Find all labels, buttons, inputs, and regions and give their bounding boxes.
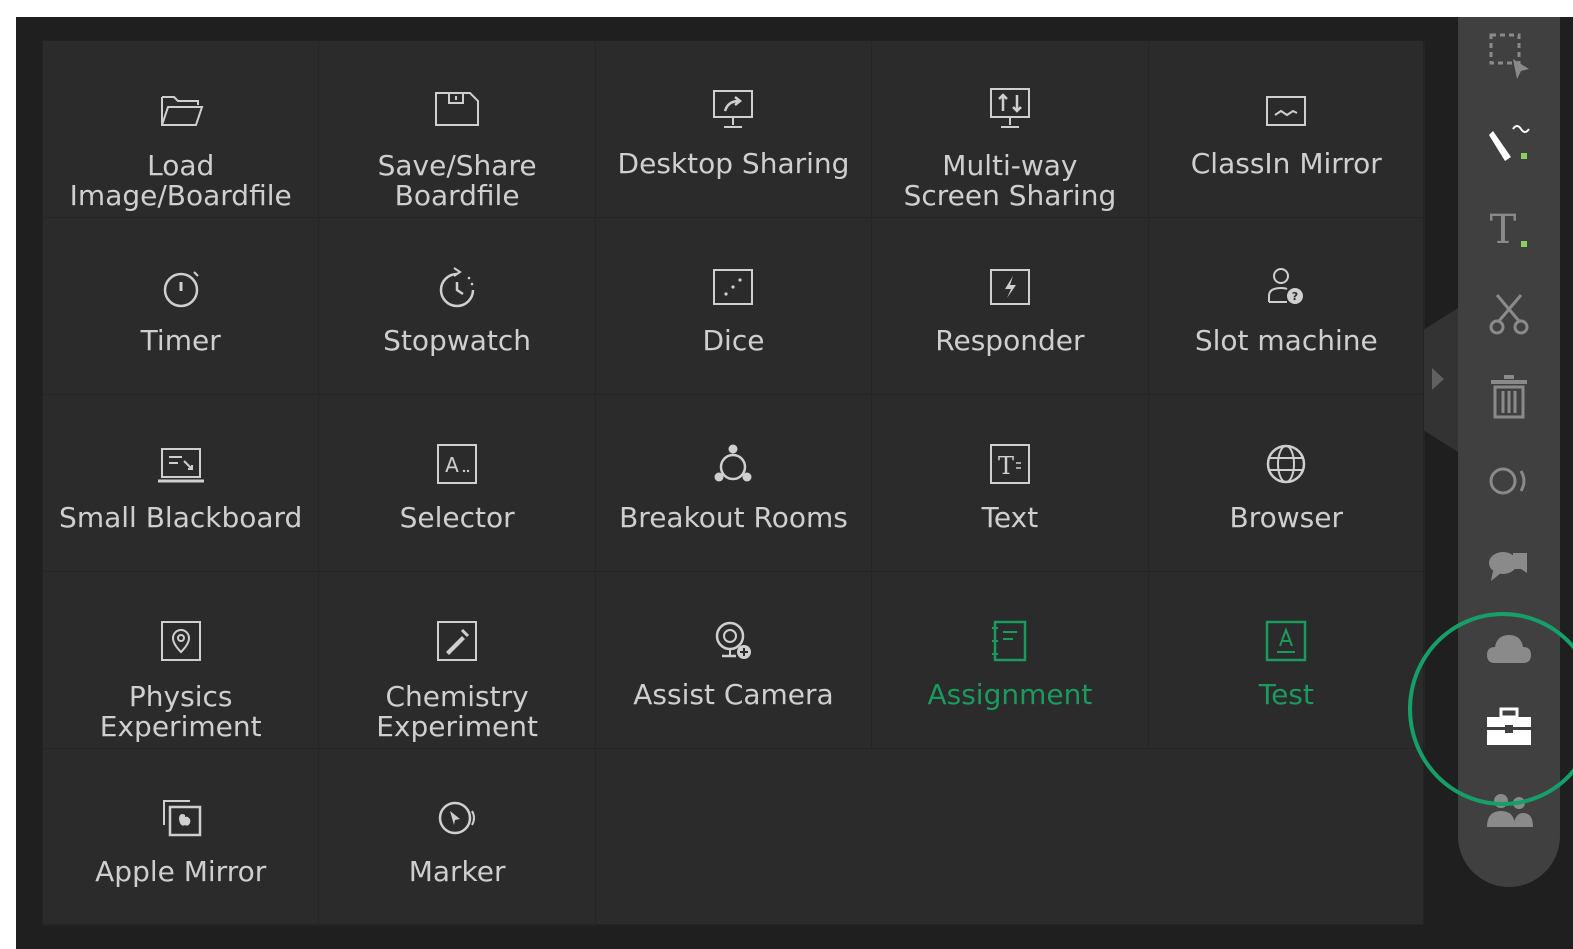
chat-icon[interactable] [1458, 535, 1560, 595]
svg-text:?: ? [1292, 290, 1298, 303]
test-icon [1259, 614, 1313, 668]
tool-responder[interactable]: Responder [872, 218, 1149, 395]
tool-multi-way-screen-sharing[interactable]: Multi-way Screen Sharing [872, 41, 1149, 218]
tool-label: Slot machine [1194, 324, 1378, 357]
tool-label: ClassIn Mirror [1190, 147, 1382, 180]
tool-label: Chemistry Experiment [376, 680, 538, 743]
selection-icon[interactable] [1458, 27, 1560, 87]
tool-label: Responder [935, 324, 1085, 357]
tool-stopwatch[interactable]: Stopwatch [319, 218, 596, 395]
tool-label: Breakout Rooms [619, 501, 848, 534]
trash-icon[interactable] [1458, 367, 1560, 427]
lightning-icon [983, 260, 1037, 314]
grid-empty-space [1149, 749, 1425, 926]
tool-browser[interactable]: Browser [1148, 395, 1425, 572]
laser-icon[interactable] [1458, 451, 1560, 511]
tool-dice[interactable]: Dice [595, 218, 873, 395]
apple-mirror-icon [154, 791, 208, 845]
tool-assist-camera[interactable]: Assist Camera [595, 572, 873, 749]
notebook-icon [983, 614, 1037, 668]
chemistry-icon [430, 614, 484, 668]
tool-timer[interactable]: Timer [43, 218, 320, 395]
tool-label: Test [1258, 678, 1314, 711]
tool-selector[interactable]: A Selector [319, 395, 596, 572]
monitor-multi-share-icon [983, 83, 1037, 137]
timer-icon [154, 260, 208, 314]
tool-classin-mirror[interactable]: ClassIn Mirror [1148, 41, 1425, 218]
tool-label: Load Image/Boardfile [69, 149, 292, 212]
tool-label: Multi-way Screen Sharing [903, 149, 1117, 212]
scissors-icon[interactable] [1458, 283, 1560, 343]
tool-marker[interactable]: Marker [319, 749, 596, 926]
tool-load-image-boardfile[interactable]: Load Image/Boardfile [43, 41, 320, 218]
tool-text[interactable]: T Text [872, 395, 1149, 572]
tool-label: Text [981, 501, 1039, 534]
tool-label: Selector [399, 501, 515, 534]
chevron-right-icon[interactable] [1432, 368, 1444, 390]
tool-label: Save/Share Boardfile [377, 149, 537, 212]
tool-chemistry-experiment[interactable]: Chemistry Experiment [319, 572, 596, 749]
folder-icon [154, 83, 208, 137]
tool-save-share-boardfile[interactable]: Save/Share Boardfile [319, 41, 596, 218]
tool-label: Desktop Sharing [617, 147, 850, 180]
stopwatch-icon [430, 260, 484, 314]
tool-label: Physics Experiment [99, 680, 262, 743]
tool-label: Timer [140, 324, 221, 357]
person-question-icon: ? [1259, 260, 1313, 314]
tools-grid: Load Image/Boardfile Save/Share Boardfil… [43, 41, 1425, 926]
pen-icon[interactable] [1458, 113, 1560, 173]
tool-label: Browser [1229, 501, 1344, 534]
tool-test[interactable]: Test [1148, 572, 1425, 749]
svg-text:A: A [445, 453, 459, 477]
grid-empty-space [872, 749, 1148, 926]
floppy-disk-icon [430, 83, 484, 137]
dice-icon [706, 260, 760, 314]
svg-text:T: T [1490, 207, 1517, 253]
tool-label: Marker [408, 855, 506, 888]
tool-slot-machine[interactable]: ? Slot machine [1148, 218, 1425, 395]
tool-small-blackboard[interactable]: Small Blackboard [43, 395, 320, 572]
tool-label: Dice [702, 324, 765, 357]
mirror-icon [1259, 83, 1313, 137]
physics-icon [154, 614, 208, 668]
tool-label: Assist Camera [633, 678, 834, 711]
tool-desktop-sharing[interactable]: Desktop Sharing [595, 41, 873, 218]
camera-add-icon [706, 614, 760, 668]
tool-label: Assignment [927, 678, 1093, 711]
tool-label: Small Blackboard [59, 501, 303, 534]
tool-breakout-rooms[interactable]: Breakout Rooms [595, 395, 873, 572]
tool-physics-experiment[interactable]: Physics Experiment [43, 572, 320, 749]
tool-label: Stopwatch [383, 324, 532, 357]
marker-icon [430, 791, 484, 845]
breakout-icon [706, 437, 760, 491]
tools-panel: Load Image/Boardfile Save/Share Boardfil… [42, 40, 1425, 926]
text-box-icon: T [983, 437, 1037, 491]
tool-assignment[interactable]: Assignment [872, 572, 1149, 749]
text-icon[interactable]: T [1458, 199, 1560, 259]
svg-text:T: T [998, 452, 1014, 480]
globe-icon [1259, 437, 1313, 491]
monitor-share-icon [706, 83, 760, 137]
blackboard-icon [154, 437, 208, 491]
grid-empty-space [596, 749, 872, 926]
tool-apple-mirror[interactable]: Apple Mirror [43, 749, 320, 926]
selector-icon: A [430, 437, 484, 491]
tool-label: Apple Mirror [95, 855, 267, 888]
